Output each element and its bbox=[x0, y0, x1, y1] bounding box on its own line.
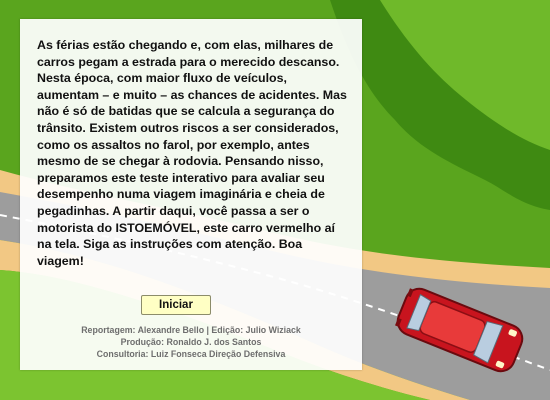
start-button[interactable]: Iniciar bbox=[141, 295, 211, 315]
intro-text: As férias estão chegando e, com elas, mi… bbox=[37, 38, 347, 268]
credits-reportagem: Reportagem: Alexandre Bello | Edição: Ju… bbox=[81, 325, 301, 335]
credits-producao: Produção: Ronaldo J. dos Santos bbox=[120, 337, 262, 347]
credits: Reportagem: Alexandre Bello | Edição: Ju… bbox=[20, 324, 362, 360]
intro-panel: As férias estão chegando e, com elas, mi… bbox=[20, 19, 362, 370]
credits-consultoria: Consultoria: Luiz Fonseca Direção Defens… bbox=[96, 349, 286, 359]
